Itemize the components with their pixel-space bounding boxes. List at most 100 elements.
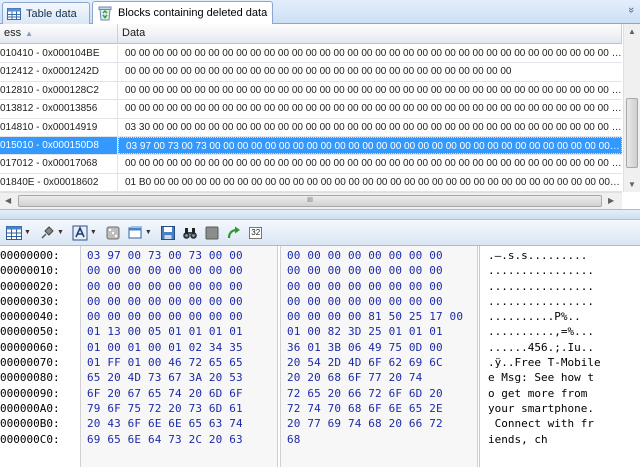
hex-bytes-line: 72 65 20 66 72 6F 6D 20 (287, 386, 443, 400)
scroll-up-arrow-icon[interactable]: ▲ (628, 27, 636, 36)
data-cell: 03 97 00 73 00 73 00 00 00 00 00 00 00 0… (118, 136, 622, 155)
hex-offset-column: 00000000: 00000010: 00000020: 00000030: 0000… (0, 248, 80, 447)
horizontal-scroll-thumb[interactable]: III (18, 195, 602, 207)
hex-offset: 00000000: (0, 248, 80, 263)
hex-bytes-line: 00 00 00 00 00 00 00 00 (287, 294, 443, 308)
hex-bytes-line: 68 (287, 432, 301, 446)
window-dropdown-icon[interactable]: ▼ (145, 229, 152, 236)
data-cell: 00 00 00 00 00 00 00 00 00 00 00 00 00 0… (125, 66, 512, 78)
hex-bytes-line: 36 01 3B 06 49 75 0D 00 (287, 340, 443, 354)
tab-table-data[interactable]: Table data (2, 2, 90, 24)
column-header-data-label: Data (122, 27, 146, 39)
hex-ascii-line: ................ (488, 264, 594, 278)
hex-offset-text: 000000A0: (0, 401, 60, 415)
hex-bytes-line: 00 00 00 00 81 50 25 17 00 (287, 310, 464, 324)
scroll-right-arrow-icon[interactable]: ▶ (608, 196, 614, 205)
grid-header: ess ▲ Data (0, 24, 622, 44)
hex-offset: 00000020: (0, 279, 80, 294)
address-range-text: 012412 - 0x0001242D (0, 66, 99, 78)
horizontal-scrollbar[interactable]: ◀ III ▶ (0, 192, 622, 209)
hex-offset: 00000070: (0, 355, 80, 370)
table-row[interactable]: 017012 - 0x00017068 00 00 00 00 00 00 00 … (0, 155, 622, 174)
hex-offset: 00000090: (0, 386, 80, 401)
hex-offset-text: 00000040: (0, 310, 60, 324)
data-cell: 00 00 00 00 00 00 00 00 00 00 00 00 00 0… (125, 103, 622, 115)
hex-bytes-line: 6F 20 67 65 74 20 6D 6F (87, 386, 243, 400)
scroll-left-arrow-icon[interactable]: ◀ (5, 196, 11, 205)
address-range-cell: 012810 - 0x000128C2 (0, 81, 118, 100)
hex-ascii-line: iends, ch (488, 432, 548, 446)
hex-bytes-line: 20 54 2D 4D 6F 62 69 6C (287, 356, 443, 370)
hex-bytes-line: 00 00 00 00 00 00 00 00 (87, 294, 243, 308)
table-row-selected[interactable]: 015010 - 0x000150D8 03 97 00 73 00 73 00 … (0, 136, 622, 156)
hex-offset-text: 00000000: (0, 249, 60, 262)
hex-bytes-line: 00 00 00 00 00 00 00 00 (287, 279, 443, 293)
tab-table-data-label: Table data (26, 7, 77, 20)
hex-toolbar: ▼ ▼ ▼ ▼ 32 (0, 220, 640, 246)
scroll-grip: III (307, 197, 313, 204)
hex-bytes-line: 65 20 4D 73 67 3A 20 53 (87, 371, 243, 385)
hex-ascii-line: your smartphone. (488, 401, 594, 415)
hex-offset-text: 00000030: (0, 294, 60, 308)
grid-view-icon[interactable] (4, 223, 24, 243)
hex-bytes-line: 00 00 00 00 00 00 00 00 (87, 264, 243, 278)
hex-bytes-line: 00 00 00 00 00 00 00 00 (87, 279, 243, 293)
hex-bytes-line: 01 00 82 3D 25 01 01 01 (287, 325, 443, 339)
data-cell: 00 00 00 00 00 00 00 00 00 00 00 00 00 0… (125, 158, 622, 170)
column-header-address[interactable]: ess ▲ (0, 24, 118, 44)
hex-bytes-line: 01 FF 01 00 46 72 65 65 (87, 356, 243, 370)
hex-offset-text: 00000070: (0, 356, 60, 370)
address-range-text: 014810 - 0x00014919 (0, 121, 98, 133)
address-range-text: 017012 - 0x00017068 (0, 158, 98, 170)
scroll-down-arrow-icon[interactable]: ▼ (628, 180, 636, 189)
table-row[interactable]: 013812 - 0x00013856 00 00 00 00 00 00 00 … (0, 100, 622, 119)
chevron-double-down-icon[interactable]: » (625, 7, 637, 13)
window-icon[interactable] (125, 223, 145, 243)
text-format-dropdown-icon[interactable]: ▼ (90, 229, 97, 236)
tab-strip: Table data Blocks containing deleted dat… (0, 0, 640, 24)
hex-ascii-line: ................ (488, 279, 594, 293)
binoculars-find-icon[interactable] (180, 223, 200, 243)
table-row[interactable]: 010410 - 0x000104BE 00 00 00 00 00 00 00 … (0, 45, 622, 64)
hex-bytes-line: 20 20 68 6F 77 20 74 (287, 371, 423, 385)
hex-viewer[interactable]: 00000000: 00000010: 00000020: 00000030: 0000… (0, 246, 640, 467)
hex-bytes-line: 01 13 00 05 01 01 01 01 (87, 325, 243, 339)
hex-ascii-line: e Msg: See how t (488, 371, 594, 385)
hex-bytes-line: 79 6F 75 72 20 73 6D 61 (87, 401, 243, 415)
data-cell: 00 00 00 00 00 00 00 00 00 00 00 00 00 0… (125, 48, 622, 59)
hex-bytes-line: 00 00 00 00 00 00 00 00 (287, 249, 443, 262)
tab-blocks-containing-deleted-data[interactable]: Blocks containing deleted data (92, 1, 273, 24)
hex-ascii-line: ..........P%.. (488, 310, 581, 324)
gray-box-icon[interactable] (202, 223, 222, 243)
save-icon[interactable] (158, 223, 178, 243)
hex-ascii-line: Connect with fr (488, 417, 594, 431)
hex-ascii-line: ..........,=%... (488, 325, 594, 339)
dice-icon[interactable] (103, 223, 123, 243)
table-row[interactable]: 012412 - 0x0001242D 00 00 00 00 00 00 00 … (0, 63, 622, 82)
vertical-scrollbar[interactable]: ▲ ▼ (623, 24, 640, 192)
address-range-cell: 015010 - 0x000150D8 (0, 136, 118, 155)
hex-offset: 00000010: (0, 263, 80, 278)
panel-splitter[interactable] (0, 210, 640, 220)
address-range-cell: 014810 - 0x00014919 (0, 118, 118, 136)
address-range-text: 012810 - 0x000128C2 (0, 84, 99, 96)
pin-icon[interactable] (37, 223, 57, 243)
hex-bytes-line: 20 43 6F 6E 6E 65 63 74 (87, 417, 243, 431)
column-header-data[interactable]: Data (118, 24, 622, 44)
hex-offset-text: 00000050: (0, 325, 60, 339)
table-row[interactable]: 01840E - 0x00018602 01 B0 00 00 00 00 00 … (0, 173, 622, 192)
grid-view-dropdown-icon[interactable]: ▼ (24, 229, 31, 236)
vertical-scroll-thumb[interactable] (626, 98, 638, 168)
table-row[interactable]: 014810 - 0x00014919 03 30 00 00 00 00 00 … (0, 118, 622, 137)
hex-offset: 00000040: (0, 309, 80, 324)
bits-32-icon[interactable]: 32 (246, 223, 266, 243)
grid-body: 010410 - 0x000104BE 00 00 00 00 00 00 00 … (0, 45, 622, 192)
hex-bytes-line: 00 00 00 00 00 00 00 00 (287, 264, 443, 278)
hex-ascii-line: ......456.;.Iu.. (488, 340, 594, 354)
text-format-icon[interactable] (70, 223, 90, 243)
hex-offset: 00000080: (0, 370, 80, 385)
hex-offset-text: 00000080: (0, 371, 60, 385)
pin-dropdown-icon[interactable]: ▼ (57, 229, 64, 236)
go-arrow-icon[interactable] (224, 223, 244, 243)
table-row[interactable]: 012810 - 0x000128C2 00 00 00 00 00 00 00 … (0, 81, 622, 101)
